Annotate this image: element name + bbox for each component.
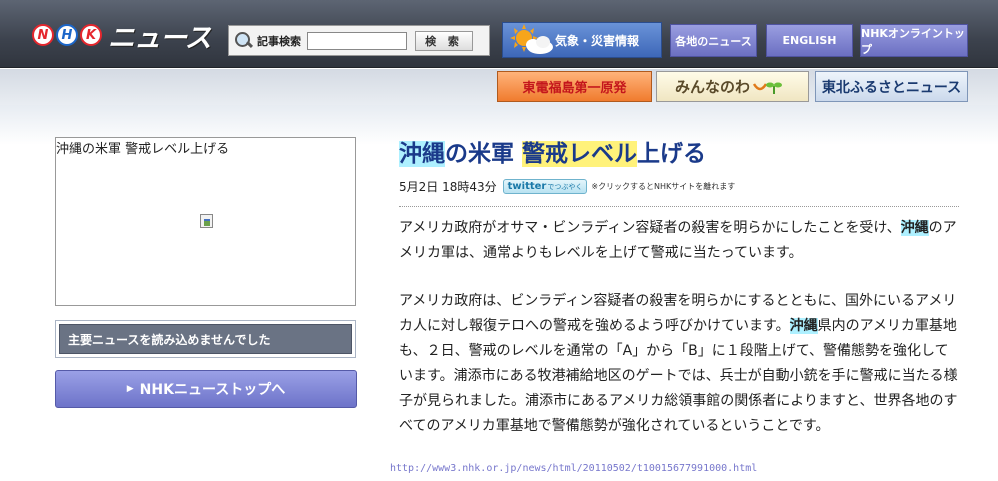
nhk-news-logo[interactable]: N H K ニュース (32, 16, 212, 54)
article-divider (399, 206, 959, 207)
article-headline: 沖縄の米軍 警戒レベル上げる (399, 134, 706, 168)
weather-disaster-button[interactable]: 気象・災害情報 (502, 22, 662, 58)
twitter-share-button[interactable]: twitter でつぶやく (502, 179, 588, 194)
body-keyword: 沖縄 (789, 318, 818, 334)
article-lead: アメリカ政府がオサマ・ビンラディン容疑者の殺害を明らかにしたことを受け、沖縄のア… (399, 216, 961, 266)
article-dateline: 5月2日 18時43分 twitter でつぶやく ※クリックするとNHKサイトを… (399, 178, 735, 195)
nav-english[interactable]: ENGLISH (766, 24, 853, 57)
headline-keyword-alert: 警戒レベル (522, 141, 638, 167)
article-body: アメリカ政府は、ビンラディン容疑者の殺害を明らかにするとともに、国外にいるアメリ… (399, 289, 961, 439)
logo-text: ニュース (108, 22, 212, 54)
weather-label: 気象・災害情報 (555, 33, 640, 48)
banner-minna-no-wa[interactable]: みんなのわ (656, 71, 809, 102)
twitter-note: ※クリックするとNHKサイトを離れます (591, 182, 736, 191)
lead-text: アメリカ政府がオサマ・ビンラディン容疑者の殺害を明らかにしたことを受け、 (399, 220, 901, 236)
twitter-sub-label: でつぶやく (547, 182, 583, 191)
search-button[interactable]: 検 索 (415, 30, 473, 51)
site-header: N H K ニュース 記事検索 検 索 気象・災害情報 各地のニュース ENGL… (0, 0, 998, 68)
twitter-label: twitter (507, 181, 547, 192)
body-text: 県内のアメリカ軍基地も、２日、警戒のレベルを通常の「A」から「B」に１段階上げて… (399, 318, 958, 434)
main-news-panel: 主要ニュースを読み込めませんでした (55, 320, 356, 358)
logo-letter-n: N (32, 24, 54, 46)
search-input[interactable] (307, 31, 407, 50)
banner-minna-text: みんなのわ (674, 78, 750, 96)
nhk-news-top-button[interactable]: ▶ NHKニューストップへ (55, 370, 357, 408)
image-alt-text: 沖縄の米軍 警戒レベル上げる (56, 142, 230, 157)
lead-keyword: 沖縄 (900, 220, 929, 236)
headline-keyword-okinawa: 沖縄 (399, 141, 445, 167)
nav-nhk-online-top[interactable]: NHKオンライントップ (860, 24, 968, 57)
arrow-right-icon: ▶ (126, 384, 134, 394)
search-label: 記事検索 (257, 34, 301, 48)
nav-local-news[interactable]: 各地のニュース (670, 24, 757, 57)
main-news-error-message: 主要ニュースを読み込めませんでした (59, 324, 352, 354)
banner-fukushima-plant[interactable]: 東電福島第一原発 (497, 71, 652, 102)
broken-image-icon (200, 214, 213, 228)
page-url: http://www3.nhk.or.jp/news/html/20110502… (390, 463, 758, 474)
logo-letter-k: K (80, 24, 102, 46)
logo-letter-h: H (56, 24, 78, 46)
article-image-box: 沖縄の米軍 警戒レベル上げる (55, 137, 356, 306)
banner-tohoku-news[interactable]: 東北ふるさとニュース (815, 71, 968, 102)
headline-part: 上げる (637, 141, 707, 167)
search-icon (233, 30, 255, 52)
smile-sprout-icon (752, 82, 782, 94)
article-date: 5月2日 18時43分 (399, 180, 497, 194)
article-search: 記事検索 検 索 (228, 25, 490, 56)
sun-cloud-icon (510, 24, 553, 54)
headline-part: の米軍 (445, 141, 523, 167)
top-link-label: NHKニューストップへ (139, 382, 286, 398)
